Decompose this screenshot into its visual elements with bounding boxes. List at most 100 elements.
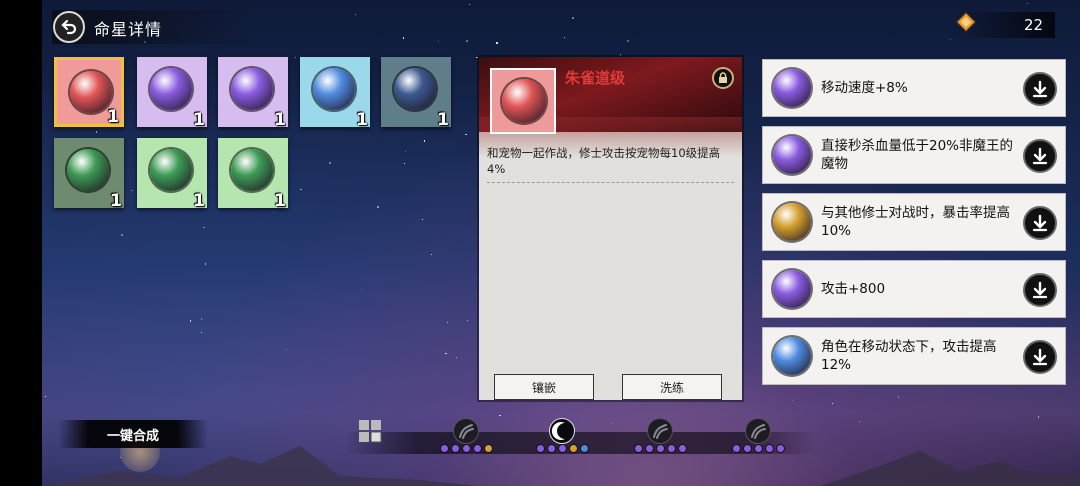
star-slot[interactable]: 1	[54, 57, 124, 127]
grid-icon	[357, 418, 383, 444]
progress-dot	[462, 444, 471, 453]
detail-divider	[487, 182, 734, 183]
star-slot[interactable]: 1	[54, 138, 124, 211]
attribute-row[interactable]: 角色在移动状态下，攻击提高12%	[762, 327, 1066, 385]
attribute-row[interactable]: 直接秒杀血量低于20%非魔王的魔物	[762, 126, 1066, 184]
moon-icon	[549, 418, 575, 444]
page-title: 命星详情	[94, 20, 163, 39]
download-arrow-icon	[1032, 281, 1048, 299]
progress-dot	[678, 444, 687, 453]
tab-scratch[interactable]	[644, 416, 674, 446]
purple-orb-icon	[773, 69, 811, 107]
progress-dot	[547, 444, 556, 453]
star-dot	[272, 211, 274, 213]
star-dot	[402, 37, 404, 39]
unequip-button[interactable]	[1023, 139, 1057, 173]
star-dot	[130, 189, 133, 192]
unequip-button[interactable]	[1023, 206, 1057, 240]
attribute-text: 角色在移动状态下，攻击提高12%	[821, 339, 997, 373]
attribute-text: 与其他修士对战时，暴击率提高10%	[821, 205, 1010, 239]
star-dot	[476, 56, 478, 58]
attribute-text: 攻击+800	[821, 281, 886, 297]
star-dot	[95, 131, 97, 133]
download-arrow-icon	[1032, 214, 1048, 232]
star-slot[interactable]: 1	[300, 57, 370, 130]
detail-name: 朱雀道级	[565, 69, 626, 87]
crescent-moon-icon	[84, 80, 95, 102]
refine-button[interactable]: 洗练	[622, 374, 722, 400]
red-orb-icon	[502, 79, 546, 123]
crescent-moon-icon	[785, 278, 796, 298]
teal_blue-orb-icon	[394, 68, 436, 110]
purple-orb-icon	[773, 270, 811, 308]
crescent-moon-icon	[408, 77, 419, 99]
currency-value: 22	[1024, 16, 1044, 34]
crescent-moon-icon	[164, 158, 175, 180]
progress-dot	[580, 444, 589, 453]
star-dot	[45, 395, 46, 397]
blue-orb-icon	[313, 68, 355, 110]
progress-dot	[732, 444, 741, 453]
tab-progress-dots	[732, 444, 785, 453]
star-dot	[422, 219, 423, 221]
gem-currency-icon	[956, 12, 976, 32]
attribute-row[interactable]: 移动速度+8%	[762, 59, 1066, 117]
progress-dot	[536, 444, 545, 453]
star-dot	[120, 234, 123, 236]
star-dot	[496, 42, 498, 44]
download-arrow-icon	[1032, 80, 1048, 98]
slot-count: 1	[107, 107, 119, 127]
unequip-button[interactable]	[1023, 273, 1057, 307]
star-dot	[897, 396, 900, 398]
tab-moon[interactable]	[546, 416, 576, 446]
slot-count: 1	[193, 110, 205, 130]
tab-claw[interactable]	[450, 416, 480, 446]
crescent-moon-icon	[327, 77, 338, 99]
crescent-moon-icon	[785, 345, 796, 365]
lock-icon[interactable]	[712, 67, 734, 89]
star-dot	[189, 320, 192, 322]
star-slot[interactable]: 1	[218, 57, 288, 130]
tab-shell[interactable]	[742, 416, 772, 446]
slot-count: 1	[110, 191, 122, 211]
star-dot	[465, 133, 467, 136]
slot-count: 1	[356, 110, 368, 130]
slot-count: 1	[193, 191, 205, 211]
progress-dot	[473, 444, 482, 453]
tab-progress-dots	[440, 444, 493, 453]
star-dot	[619, 54, 621, 56]
star-slot[interactable]: 1	[137, 138, 207, 211]
unequip-button[interactable]	[1023, 340, 1057, 374]
slot-count: 1	[274, 110, 286, 130]
progress-dot	[569, 444, 578, 453]
attribute-row[interactable]: 攻击+800	[762, 260, 1066, 318]
unequip-button[interactable]	[1023, 72, 1057, 106]
slot-count: 1	[437, 110, 449, 130]
progress-dot	[645, 444, 654, 453]
one-click-combine-button[interactable]: 一键合成	[58, 420, 208, 448]
star-dot	[329, 162, 331, 164]
star-dot	[571, 16, 574, 19]
blue-orb-icon	[773, 337, 811, 375]
progress-dot	[484, 444, 493, 453]
progress-dot	[656, 444, 665, 453]
star-dot	[201, 332, 202, 333]
progress-dot	[765, 444, 774, 453]
star-slot[interactable]: 1	[381, 57, 451, 130]
back-button[interactable]	[53, 11, 85, 43]
scratch-icon	[647, 418, 673, 444]
detail-panel: 朱雀道级 和宠物一起作战，修士攻击按宠物每10级提高4% 镶嵌 洗练	[479, 57, 742, 400]
star-dot	[949, 38, 951, 40]
claw-icon	[453, 418, 479, 444]
star-dot	[404, 163, 406, 164]
shell-icon	[745, 418, 771, 444]
tab-progress-dots	[634, 444, 687, 453]
star-slot[interactable]: 1	[218, 138, 288, 211]
inlay-button[interactable]: 镶嵌	[494, 374, 594, 400]
progress-dot	[776, 444, 785, 453]
star-slot[interactable]: 1	[137, 57, 207, 130]
tab-grid[interactable]	[354, 416, 384, 446]
crescent-moon-icon	[245, 77, 256, 99]
left-black-bar	[0, 0, 42, 486]
attribute-row[interactable]: 与其他修士对战时，暴击率提高10%	[762, 193, 1066, 251]
